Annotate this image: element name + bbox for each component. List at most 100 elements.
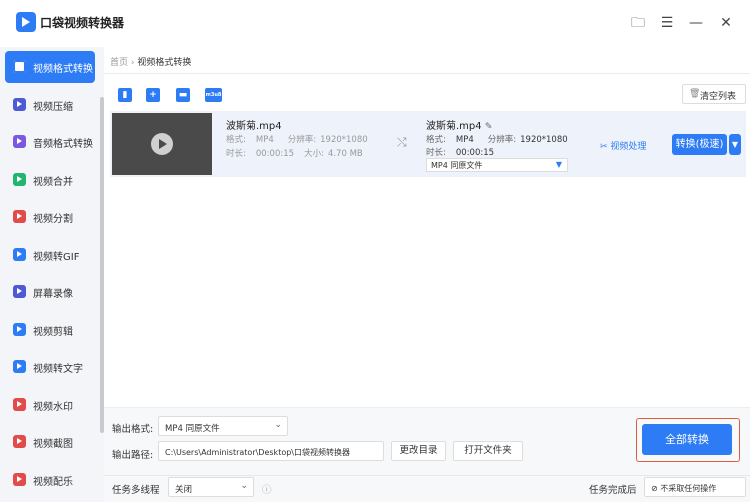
output-res-label: 分辨率: [487, 135, 517, 145]
sidebar-item-label: 视频剪辑 [33, 326, 73, 338]
video-tool-icon [13, 135, 26, 148]
add-folder-icon[interactable]: + [146, 88, 160, 102]
menu-icon[interactable]: ☰ [657, 13, 677, 33]
source-duration-line: 时长: 00:00:15 大小: 4.70 MB [226, 147, 363, 159]
video-thumbnail[interactable] [112, 113, 212, 175]
output-format-label: 输出格式: [112, 424, 154, 435]
sidebar-item[interactable]: 视频分割 [5, 201, 95, 233]
video-tool-icon [13, 472, 26, 486]
clear-list-button[interactable]: 🗑 清空列表 [682, 84, 746, 104]
video-tool-icon [13, 172, 26, 186]
output-resolution: 1920*1080 [520, 135, 568, 145]
video-tool-icon [13, 435, 26, 448]
sidebar-item[interactable]: 视频压缩 [5, 89, 95, 121]
convert-all-button[interactable]: 全部转换 [642, 424, 732, 455]
app-logo-icon [16, 12, 36, 32]
source-resolution: 1920*1080 [320, 135, 368, 145]
m3u8-glyph: m3u8 [205, 92, 222, 98]
open-folder-glyph: ▬ [178, 90, 188, 100]
output-file-name: 波斯菊.mp4 [426, 121, 482, 132]
convert-fast-button[interactable]: 转换(极速) [672, 134, 727, 155]
output-format-line: 格式: MP4 分辨率: 1920*1080 [426, 133, 568, 145]
sidebar-item-label: 视频水印 [33, 401, 73, 413]
output-file-name-row: 波斯菊.mp4 ✎ [426, 117, 492, 132]
video-tool-icon [13, 285, 26, 298]
add-file-icon[interactable]: ▮ [118, 88, 132, 102]
sidebar-item[interactable]: 视频格式转换 [5, 51, 95, 83]
sidebar-item-label: 视频压缩 [33, 101, 73, 113]
chevron-down-icon: ⌄ [240, 481, 248, 491]
output-format: MP4 [455, 135, 474, 145]
sidebar-item-label: 视频合并 [33, 176, 73, 188]
title-bar: 口袋视频转换器 🗀 ☰ — ✕ [0, 0, 750, 47]
video-tool-icon [13, 397, 26, 411]
source-res-label: 分辨率: [287, 135, 317, 145]
multithread-label: 任务多线程 [112, 485, 160, 496]
source-duration: 00:00:15 [255, 149, 295, 159]
bottom-panel: 输出格式: MP4 同原文件 ⌄ 输出路径: C:\Users\Administ… [104, 407, 750, 502]
sidebar-item[interactable]: 视频合并 [5, 164, 95, 196]
sidebar-item-label: 视频截图 [33, 439, 73, 450]
close-icon[interactable]: ✕ [716, 13, 736, 33]
footer-divider [104, 475, 750, 476]
divider [104, 73, 750, 74]
folder-icon[interactable]: 🗀 [628, 13, 648, 33]
sidebar-item-label: 视频转文字 [33, 364, 83, 375]
after-done-select[interactable]: ⊘ 不采取任何操作 [644, 477, 746, 497]
multithread-select[interactable]: 关闭 ⌄ [168, 477, 254, 497]
video-tool-icon [13, 247, 26, 261]
breadcrumb-separator: › [130, 58, 135, 68]
output-duration: 00:00:15 [455, 148, 495, 158]
add-folder-glyph: + [149, 90, 157, 100]
sidebar-item[interactable]: 视频转GIF [5, 239, 95, 271]
video-tool-icon [13, 322, 26, 336]
output-path-value: C:\Users\Administrator\Desktop\口袋视频转换器 [165, 448, 350, 457]
output-preset-select[interactable]: MP4 同原文件 ▼ [426, 158, 568, 172]
sidebar-item-label: 视频分割 [33, 214, 73, 225]
sidebar: 视频格式转换视频压缩音频格式转换 视频合并视频分割视频转GIF 屏幕录像视频剪辑视频… [0, 47, 104, 502]
after-done-value: ⊘ 不采取任何操作 [651, 484, 717, 493]
sidebar-item[interactable]: 视频剪辑 [5, 314, 95, 346]
source-size: 4.70 MB [327, 149, 363, 159]
play-icon[interactable] [151, 133, 173, 155]
edit-name-icon[interactable]: ✎ [485, 122, 493, 132]
clear-list-label: 清空列表 [700, 92, 737, 102]
sidebar-item-label: 屏幕录像 [33, 289, 73, 300]
open-folder-button[interactable]: 打开文件夹 [453, 441, 523, 461]
shuffle-icon: ⤭ [397, 135, 407, 149]
sidebar-item[interactable]: 视频截图 [5, 426, 95, 458]
convert-options-dropdown[interactable]: ▼ [729, 134, 741, 155]
sidebar-item-label: 音频格式转换 [33, 139, 93, 150]
output-path-field[interactable]: C:\Users\Administrator\Desktop\口袋视频转换器 [158, 441, 384, 461]
sidebar-item[interactable]: 音频格式转换 [5, 126, 95, 158]
info-icon[interactable]: ⓘ [262, 482, 272, 496]
sidebar-item[interactable]: 视频配乐 [5, 464, 95, 496]
source-format: MP4 [255, 135, 274, 145]
video-tool-icon [13, 97, 26, 111]
video-process-button[interactable]: ✂ 视频处理 [600, 139, 646, 152]
main-panel: 首页 › 视频格式转换 ▮ + ▬ m3u8 🗑 清空列表 波斯菊.mp4 格式… [104, 47, 750, 502]
output-format-select[interactable]: MP4 同原文件 ⌄ [158, 416, 288, 436]
output-format-value: MP4 同原文件 [165, 424, 220, 434]
m3u8-icon[interactable]: m3u8 [205, 88, 222, 102]
output-preset-value: MP4 同原文件 [431, 161, 483, 170]
open-folder-icon[interactable]: ▬ [176, 88, 190, 102]
chevron-down-icon: ⌄ [274, 420, 282, 430]
breadcrumb-home[interactable]: 首页 [110, 58, 128, 68]
app-title: 口袋视频转换器 [40, 16, 125, 30]
video-tool-icon [13, 360, 26, 373]
output-duration-line: 时长: 00:00:15 [426, 146, 494, 158]
multithread-value: 关闭 [175, 485, 193, 495]
breadcrumb: 首页 › 视频格式转换 [110, 55, 191, 68]
sidebar-item[interactable]: 视频水印 [5, 389, 95, 421]
source-duration-label: 时长: [226, 149, 246, 159]
scissors-icon: ✂ [600, 142, 608, 152]
output-format-label: 格式: [426, 135, 446, 145]
change-dir-button[interactable]: 更改目录 [391, 441, 446, 461]
video-tool-icon [13, 210, 26, 223]
sidebar-item[interactable]: 屏幕录像 [5, 276, 95, 308]
sidebar-item[interactable]: 视频转文字 [5, 351, 95, 383]
after-done-label: 任务完成后 [589, 485, 637, 496]
minimize-icon[interactable]: — [686, 13, 706, 33]
output-path-label: 输出路径: [112, 450, 154, 461]
